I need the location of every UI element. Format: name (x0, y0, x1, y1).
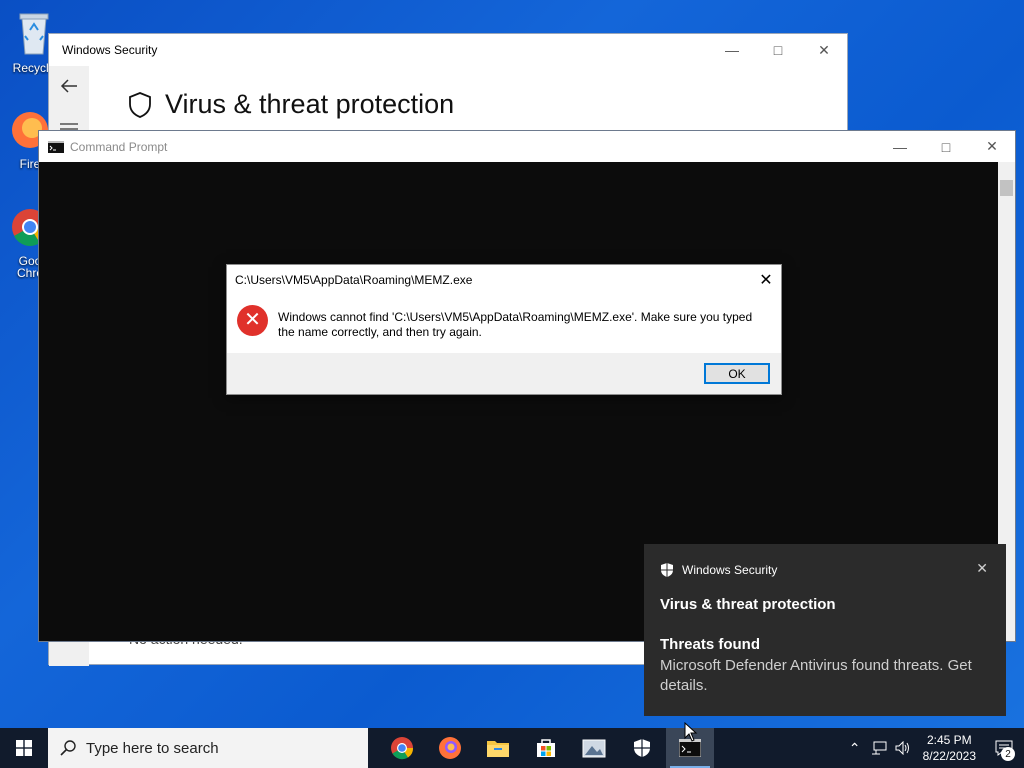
network-button[interactable] (867, 741, 891, 755)
volume-button[interactable] (891, 741, 915, 755)
scrollbar-thumb[interactable] (1000, 180, 1013, 196)
page-title: Virus & threat protection (165, 89, 455, 119)
error-message: Windows cannot find 'C:\Users\VM5\AppDat… (278, 310, 753, 339)
windows-security-titlebar[interactable]: Windows Security — □ ✕ (49, 34, 847, 66)
shield-icon (129, 91, 151, 118)
minimize-icon: — (893, 138, 907, 155)
toast-subtitle: Threats found (660, 636, 760, 653)
dialog-close-button[interactable]: ✕ (751, 265, 781, 295)
maximize-button[interactable]: □ (923, 131, 969, 163)
firefox-icon (439, 737, 461, 759)
dialog-footer: OK (227, 353, 781, 394)
shield-icon (661, 563, 673, 577)
command-prompt-icon (48, 140, 64, 153)
start-button[interactable] (0, 728, 48, 768)
search-icon (60, 740, 76, 756)
taskbar-store[interactable] (522, 728, 570, 768)
clock-time: 2:45 PM (926, 733, 972, 747)
windows-security-icon (634, 739, 650, 757)
taskbar-file-explorer[interactable] (474, 728, 522, 768)
action-center-button[interactable]: 2 (984, 728, 1024, 768)
notification-toast[interactable]: Windows Security ✕ Virus & threat protec… (644, 544, 1006, 716)
notification-badge: 2 (1001, 747, 1015, 761)
error-icon: ✕ (237, 305, 268, 336)
minimize-button[interactable]: — (877, 131, 923, 163)
dialog-body: ✕ Windows cannot find 'C:\Users\VM5\AppD… (237, 305, 767, 340)
taskbar-search[interactable]: Type here to search (48, 728, 368, 768)
close-icon: ✕ (986, 138, 998, 154)
toast-body: Microsoft Defender Antivirus found threa… (660, 657, 972, 694)
page-heading: Virus & threat protection (127, 89, 454, 120)
network-icon (871, 741, 887, 755)
windows-logo-icon (16, 740, 32, 756)
chrome-icon (391, 737, 414, 760)
toast-close-button[interactable]: ✕ (976, 560, 988, 577)
taskbar-firefox[interactable] (426, 728, 474, 768)
toast-title: Virus & threat protection (660, 596, 836, 613)
dialog-titlebar[interactable]: C:\Users\VM5\AppData\Roaming\MEMZ.exe ✕ (227, 265, 781, 295)
back-button[interactable] (59, 76, 81, 98)
error-dialog[interactable]: C:\Users\VM5\AppData\Roaming\MEMZ.exe ✕ … (226, 264, 782, 395)
close-button[interactable]: ✕ (969, 131, 1015, 163)
maximize-button[interactable]: □ (755, 34, 801, 66)
window-title: Windows Security (62, 43, 158, 57)
taskbar-photos[interactable] (570, 728, 618, 768)
minimize-icon: — (725, 42, 739, 58)
toast-header: Windows Security (660, 562, 777, 578)
system-tray: ⌃ 2:45 PM 8/22/2023 2 (843, 728, 1024, 768)
taskbar: Type here to search ⌃ 2:45 PM 8/22/2023 … (0, 728, 1024, 768)
maximize-icon: □ (941, 138, 951, 155)
maximize-icon: □ (773, 42, 783, 58)
photos-icon (582, 739, 606, 758)
clock-date: 8/22/2023 (922, 749, 976, 763)
close-icon: ✕ (818, 41, 830, 58)
volume-icon (895, 741, 909, 755)
close-icon: ✕ (759, 272, 773, 289)
show-hidden-icons-button[interactable]: ⌃ (843, 740, 867, 757)
window-title: Command Prompt (70, 139, 168, 154)
back-arrow-icon (60, 79, 77, 93)
close-icon: ✕ (976, 560, 988, 576)
dialog-title: C:\Users\VM5\AppData\Roaming\MEMZ.exe (235, 273, 473, 287)
store-icon (537, 739, 555, 757)
minimize-button[interactable]: — (709, 34, 755, 66)
ok-button[interactable]: OK (704, 363, 770, 384)
search-placeholder: Type here to search (86, 739, 219, 757)
taskbar-chrome[interactable] (378, 728, 426, 768)
taskbar-windows-security[interactable] (618, 728, 666, 768)
mouse-cursor-icon (684, 722, 698, 742)
clock[interactable]: 2:45 PM 8/22/2023 (915, 732, 984, 764)
command-prompt-titlebar[interactable]: Command Prompt — □ ✕ (39, 131, 1015, 162)
close-button[interactable]: ✕ (801, 34, 847, 66)
toast-app-name: Windows Security (682, 563, 778, 577)
file-explorer-icon (487, 741, 509, 757)
chevron-up-icon: ⌃ (848, 739, 861, 756)
